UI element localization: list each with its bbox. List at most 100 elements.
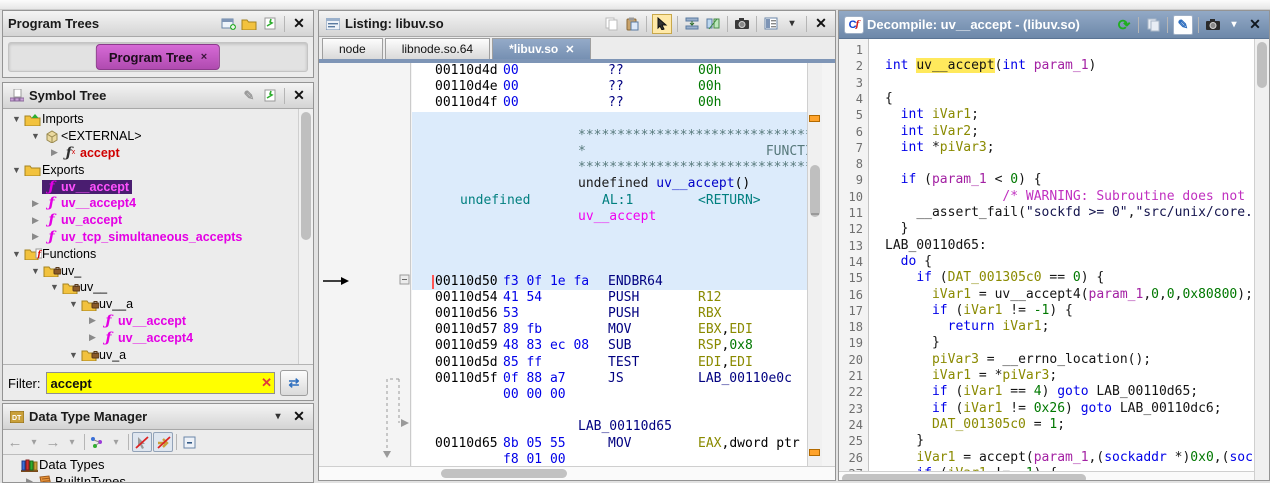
program-tree-tab[interactable]: Program Tree × [96, 44, 220, 70]
diff-view-icon[interactable] [704, 15, 722, 33]
expander-open-icon[interactable]: ▼ [10, 165, 23, 175]
listing-row-7[interactable]: undefined uv__accept() [412, 176, 807, 192]
expander-closed-icon[interactable]: ▶ [29, 198, 42, 209]
decompile-line-21[interactable]: 21 iVar1 = *piVar3; [839, 368, 1253, 384]
listing-row-21[interactable] [412, 403, 807, 419]
copy-icon[interactable] [1144, 16, 1162, 34]
symbol-tree-scrollbar[interactable] [298, 109, 313, 364]
expander-closed-icon[interactable]: ▶ [86, 332, 99, 343]
listing-row-18[interactable]: 00110d5d85 ffTESTEDI,EDI [412, 355, 807, 371]
forward-history-caret-icon[interactable]: ▾ [63, 433, 81, 451]
expander-open-icon[interactable]: ▼ [67, 350, 80, 360]
expander-open-icon[interactable]: ▼ [29, 266, 42, 276]
decompile-line-10[interactable]: 10 /* WARNING: Subroutine does not retu [839, 189, 1253, 205]
expander-open-icon[interactable]: ▼ [29, 131, 42, 141]
listing-row-0[interactable]: 00110d4d00??00h [412, 63, 807, 79]
listing-row-11[interactable] [412, 241, 807, 257]
tab-node[interactable]: node [322, 38, 383, 59]
disable-cursor-tracking-icon[interactable] [132, 432, 152, 452]
data-type-item-builtintypes[interactable]: ▶BuiltInTypes [3, 473, 314, 483]
decompile-line-6[interactable]: 6 int iVar2; [839, 124, 1253, 140]
expander-open-icon[interactable]: ▼ [67, 299, 80, 309]
decompile-line-23[interactable]: 23 if (iVar1 != 0x26) goto LAB_00110dc6; [839, 401, 1253, 417]
back-history-caret-icon[interactable]: ▾ [25, 433, 43, 451]
symbol-tree-item-uv-accept[interactable]: ▶ƒuv_accept [4, 212, 298, 229]
listing-row-3[interactable] [412, 112, 807, 128]
new-tree-icon[interactable] [219, 15, 237, 33]
expander-closed-icon[interactable]: ▶ [86, 315, 99, 326]
paste-icon[interactable] [623, 15, 641, 33]
refresh-icon[interactable]: ⟳ [1115, 16, 1133, 34]
decompile-line-11[interactable]: 11 __assert_fail("sockfd >= 0","src/unix… [839, 205, 1253, 221]
symbol-tree-item-uv-accept[interactable]: ƒuv__accept [4, 178, 298, 195]
listing-row-14[interactable]: 00110d5441 54PUSHR12 [412, 290, 807, 306]
expander-open-icon[interactable]: ▼ [10, 114, 23, 124]
decompile-line-4[interactable]: 4{ [839, 91, 1253, 107]
symbol-tree-item--external-[interactable]: ▼<EXTERNAL> [4, 128, 298, 145]
decompile-line-3[interactable]: 3 [839, 75, 1253, 91]
tab-libnode-so-64[interactable]: libnode.so.64 [385, 38, 490, 59]
symbol-tree-item-uv-[interactable]: ▼uv_ [4, 262, 298, 279]
listing-row-9[interactable]: uv__accept [412, 209, 807, 225]
decompile-line-8[interactable]: 8 [839, 156, 1253, 172]
listing-row-8[interactable]: undefinedAL:1<RETURN> [412, 193, 807, 209]
listing-vertical-scrollbar[interactable] [807, 63, 822, 466]
decompile-line-15[interactable]: 15 if (DAT_001305c0 == 0) { [839, 270, 1253, 286]
decompile-line-9[interactable]: 9 if (param_1 < 0) { [839, 172, 1253, 188]
listing-row-13[interactable]: 00110d50f3 0f 1e faENDBR64 [412, 274, 807, 290]
decompile-line-20[interactable]: 20 piVar3 = __errno_location(); [839, 352, 1253, 368]
chevron-down-icon[interactable]: ▾ [1225, 16, 1243, 34]
listing-row-12[interactable] [412, 257, 807, 273]
close-icon[interactable]: ✕ [1246, 16, 1264, 34]
symbol-tree-item-uv-accept4[interactable]: ▶ƒuv__accept4 [4, 195, 298, 212]
data-type-item-data-types[interactable]: Data Types [3, 456, 314, 473]
decompile-line-26[interactable]: 26 iVar1 = accept(param_1,(sockaddr *)0x… [839, 450, 1253, 466]
scrollbar-thumb[interactable] [1257, 42, 1267, 88]
decompile-line-13[interactable]: 13LAB_00110d65: [839, 238, 1253, 254]
open-folder-icon[interactable] [240, 15, 258, 33]
listing-row-22[interactable]: LAB_00110d65 [412, 419, 807, 435]
expander-closed-icon[interactable]: ▶ [29, 231, 42, 242]
decompile-line-24[interactable]: 24 DAT_001305c0 = 1; [839, 417, 1253, 433]
tab--libuv-so[interactable]: *libuv.so✕ [492, 38, 591, 59]
navigation-icon[interactable] [261, 87, 279, 105]
collapse-all-icon[interactable] [180, 433, 198, 451]
listing-row-23[interactable]: 00110d658b 05 55MOVEAX,dword ptr [D [412, 436, 807, 452]
symbol-tree-item-functions[interactable]: ▼fFunctions [4, 245, 298, 262]
listing-row-24[interactable]: f8 01 00 [412, 452, 807, 466]
close-icon[interactable]: ✕ [290, 87, 308, 105]
chevron-down-icon[interactable]: ▾ [783, 15, 801, 33]
bookmark-marker[interactable] [809, 115, 820, 122]
snapshot-camera-icon[interactable] [733, 15, 751, 33]
close-icon[interactable]: ✕ [290, 15, 308, 33]
symbol-tree-item-uv-a[interactable]: ▼uv__a [4, 296, 298, 313]
program-tree-tab-close-icon[interactable]: × [201, 51, 207, 63]
cursor-selection-tool-icon[interactable] [652, 14, 672, 34]
graph-caret-icon[interactable]: ▾ [107, 433, 125, 451]
expander-open-icon[interactable]: ▼ [48, 282, 61, 292]
scrollbar-thumb[interactable] [842, 474, 1086, 480]
expander-closed-icon[interactable]: ▶ [23, 476, 36, 483]
filter-input[interactable] [46, 372, 276, 394]
decompile-line-16[interactable]: 16 iVar1 = uv__accept4(param_1,0,0,0x808… [839, 287, 1253, 303]
expander-closed-icon[interactable]: ▶ [48, 147, 61, 158]
navigation-icon[interactable] [261, 15, 279, 33]
listing-horizontal-scrollbar[interactable] [319, 466, 835, 480]
listing-row-4[interactable]: ****************************** [412, 128, 807, 144]
decompile-line-22[interactable]: 22 if (iVar1 == 4) goto LAB_00110d65; [839, 384, 1253, 400]
listing-row-1[interactable]: 00110d4e00??00h [412, 79, 807, 95]
expand-down-icon[interactable] [683, 15, 701, 33]
symbol-tree-item-uv-[interactable]: ▼uv__ [4, 279, 298, 296]
listing-row-17[interactable]: 00110d5948 83 ec 08SUBRSP,0x8 [412, 338, 807, 354]
expander-open-icon[interactable]: ▼ [10, 249, 23, 259]
symbol-tree-item-uv-a[interactable]: ▼uv_a [4, 346, 298, 363]
copy-icon[interactable] [602, 15, 620, 33]
decompile-line-14[interactable]: 14 do { [839, 254, 1253, 270]
symbol-tree-item-uv-tcp-simultaneous-accepts[interactable]: ▶ƒuv_tcp_simultaneous_accepts [4, 229, 298, 246]
filter-clear-icon[interactable]: ✕ [261, 375, 272, 391]
symbol-tree-item-exports[interactable]: ▼Exports [4, 161, 298, 178]
decompile-line-17[interactable]: 17 if (iVar1 != -1) { [839, 303, 1253, 319]
symbol-tree-item-uv-accept4[interactable]: ▶ƒuv__accept4 [4, 329, 298, 346]
tab-close-icon[interactable]: ✕ [565, 43, 574, 56]
listing-row-6[interactable]: ****************************** [412, 160, 807, 176]
